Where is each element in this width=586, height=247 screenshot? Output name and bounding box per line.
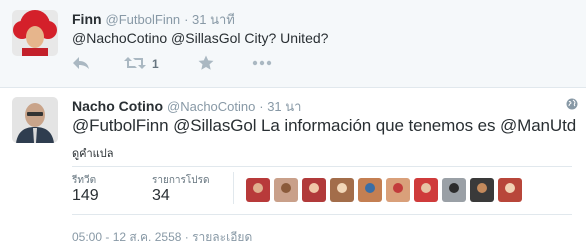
retweet-count[interactable]: 1 — [152, 57, 159, 71]
favoriter-avatar[interactable] — [302, 178, 326, 202]
favoriter-avatar[interactable] — [470, 178, 494, 202]
tweet-main: Nacho Cotino @NachoCotino · 31 นา @Futbol… — [0, 88, 586, 244]
tweet-reply[interactable]: Finn @FutbolFinn · 31 นาที @NachoCotino @… — [0, 0, 586, 88]
tweet-header: Nacho Cotino @NachoCotino · 31 นา — [72, 96, 301, 117]
tweet-time[interactable]: · 31 นา — [259, 99, 301, 114]
retweets-label[interactable]: รีทวีต — [72, 173, 96, 188]
favoriter-avatar[interactable] — [358, 178, 382, 202]
avatar[interactable] — [12, 10, 58, 56]
favorite-icon[interactable] — [198, 55, 214, 73]
favorites-label[interactable]: รายการโปรด — [152, 173, 209, 188]
author-name[interactable]: Nacho Cotino — [72, 98, 163, 114]
favoriter-avatar[interactable] — [246, 178, 270, 202]
reply-icon[interactable] — [72, 55, 90, 73]
favoriter-avatar[interactable] — [330, 178, 354, 202]
tweet-text: @NachoCotino @SillasGol City? United? — [72, 30, 329, 46]
favoriter-avatar[interactable] — [274, 178, 298, 202]
avatar[interactable] — [12, 97, 58, 143]
divider — [72, 166, 572, 167]
favoriter-avatar[interactable] — [442, 178, 466, 202]
tweet-header: Finn @FutbolFinn · 31 นาที — [72, 9, 235, 30]
retweets-count[interactable]: 149 — [72, 187, 99, 205]
author-handle[interactable]: @FutbolFinn — [106, 12, 181, 27]
globe-icon[interactable] — [566, 97, 578, 115]
favoriter-avatar[interactable] — [414, 178, 438, 202]
translate-link[interactable]: ดูคำแปล — [72, 144, 114, 162]
more-icon[interactable] — [252, 55, 272, 73]
stats-divider — [233, 172, 234, 204]
author-handle[interactable]: @NachoCotino — [167, 99, 255, 114]
tweet-text: @FutbolFinn @SillasGol La información qu… — [72, 116, 577, 135]
retweet-icon[interactable] — [124, 55, 146, 73]
tweet-time[interactable]: · 31 นาที — [184, 12, 235, 27]
tweet-timestamp-details[interactable]: 05:00 - 12 ส.ค. 2558 · รายละเอียด — [72, 228, 252, 247]
favoriter-avatar[interactable] — [386, 178, 410, 202]
favoriter-avatar[interactable] — [498, 178, 522, 202]
divider — [72, 214, 572, 215]
favorites-count[interactable]: 34 — [152, 187, 170, 205]
author-name[interactable]: Finn — [72, 11, 102, 27]
